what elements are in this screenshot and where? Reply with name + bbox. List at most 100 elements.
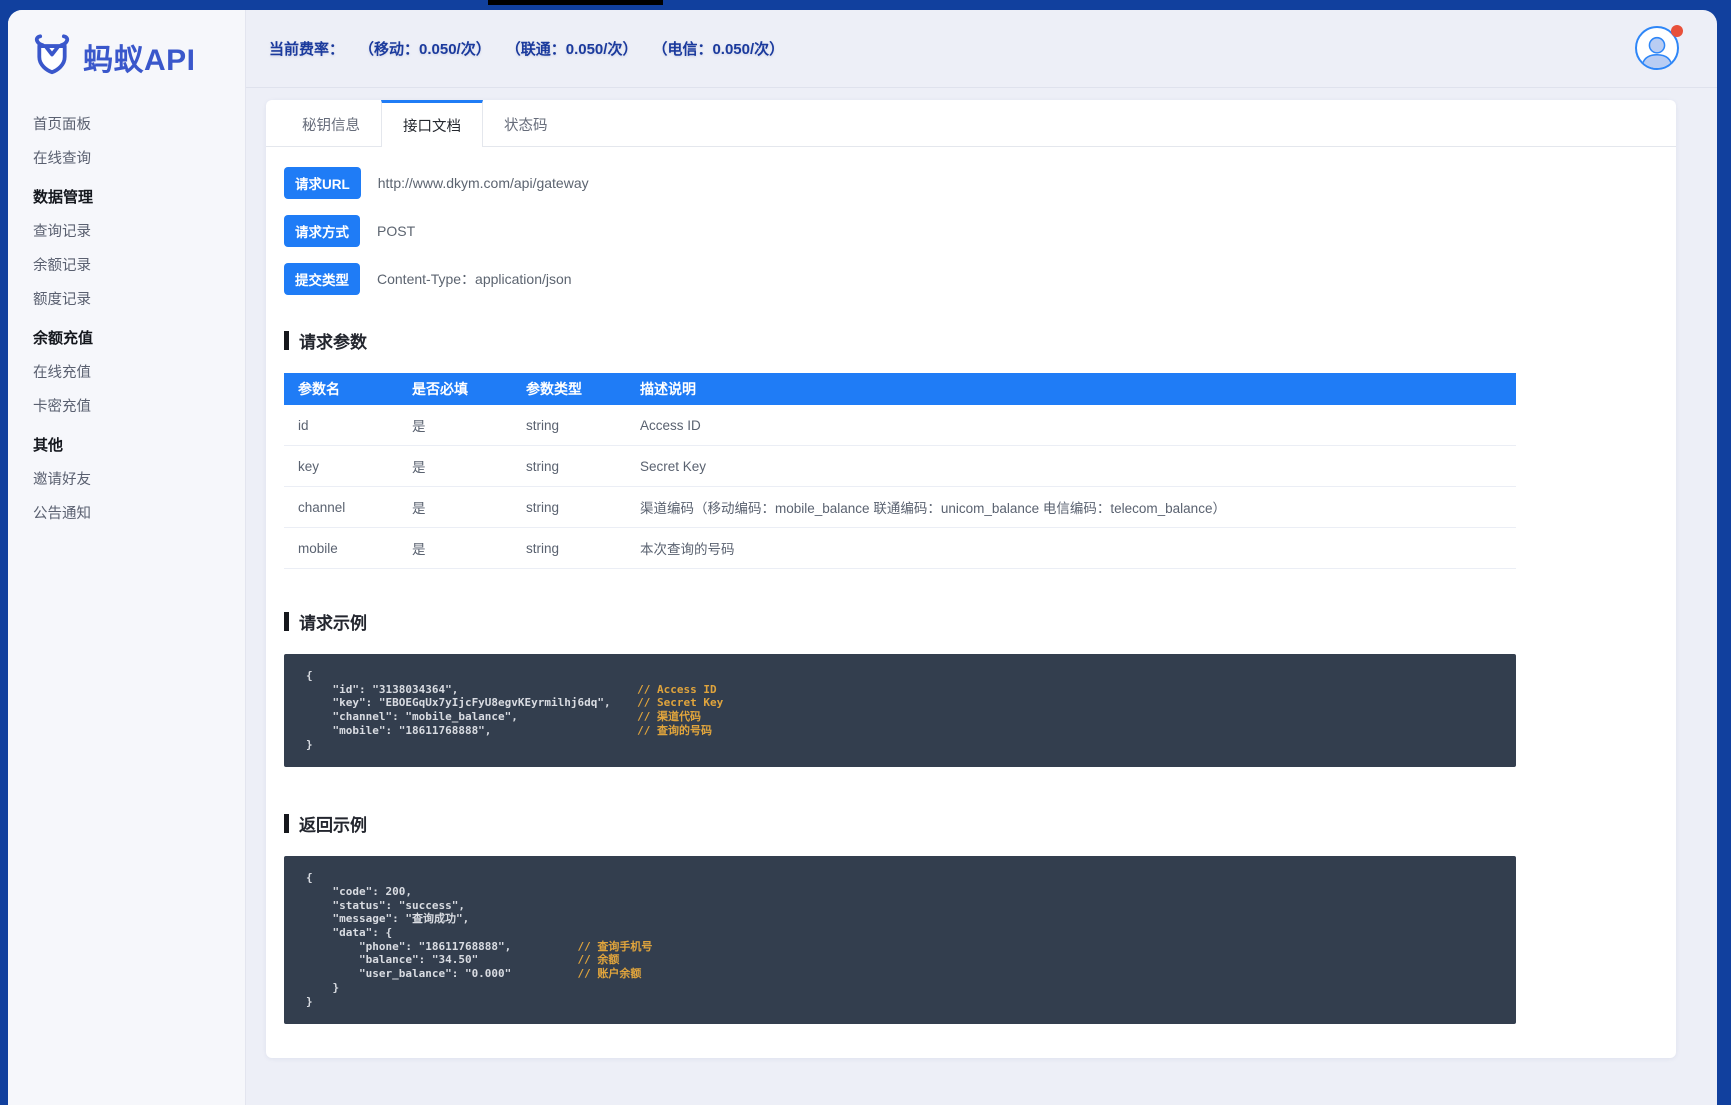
code-comment: // 查询的号码 bbox=[637, 723, 712, 737]
table-row: id 是 string Access ID bbox=[284, 405, 1516, 446]
param-required: 是 bbox=[398, 405, 512, 446]
sidebar-group-recharge: 余额充值 bbox=[33, 329, 94, 347]
tab-panel-api-docs: 请求URL http://www.dkym.com/api/gateway 请求… bbox=[266, 147, 1536, 1025]
request-method-row: 请求方式 POST bbox=[284, 215, 1536, 247]
request-method-badge: 请求方式 bbox=[284, 215, 360, 247]
code-text: "code": 200, bbox=[306, 884, 412, 898]
table-row: channel 是 string 渠道编码（移动编码：mobile_balanc… bbox=[284, 486, 1516, 528]
param-desc: 本次查询的号码 bbox=[626, 527, 1516, 569]
code-comment: // 查询手机号 bbox=[577, 939, 653, 953]
current-fee-rates: 当前费率： （移动：0.050/次） （联通：0.050/次） （电信：0.05… bbox=[269, 38, 784, 59]
content-type-badge: 提交类型 bbox=[284, 263, 360, 295]
sidebar-item-quota-records[interactable]: 额度记录 bbox=[33, 281, 245, 315]
request-example-code: { "id": "3138034364", // Access ID "key":… bbox=[284, 654, 1516, 768]
request-url-badge: 请求URL bbox=[284, 167, 361, 199]
table-row: key 是 string Secret Key bbox=[284, 445, 1516, 487]
content-type-row: 提交类型 Content-Type：application/json bbox=[284, 263, 1536, 295]
code-text: "channel": "mobile_balance", bbox=[306, 710, 518, 724]
param-required: 是 bbox=[398, 445, 512, 487]
code-comment: // 账户余额 bbox=[577, 967, 642, 981]
param-name: mobile bbox=[284, 527, 398, 569]
tab-status-codes[interactable]: 状态码 bbox=[483, 100, 569, 146]
section-request-params-title: 请求参数 bbox=[299, 333, 367, 352]
param-name: key bbox=[284, 445, 398, 487]
param-type: string bbox=[512, 445, 626, 487]
notification-dot-icon bbox=[1671, 24, 1683, 37]
request-method-value: POST bbox=[377, 223, 416, 239]
param-required: 是 bbox=[398, 486, 512, 528]
code-comment: // Access ID bbox=[637, 682, 717, 696]
section-bar-icon bbox=[284, 612, 289, 631]
section-request-params: 请求参数 bbox=[284, 328, 1536, 353]
sidebar-item-invite-friends[interactable]: 邀请好友 bbox=[33, 461, 245, 495]
request-url-row: 请求URL http://www.dkym.com/api/gateway bbox=[284, 167, 1536, 199]
sidebar-item-announcements[interactable]: 公告通知 bbox=[33, 495, 245, 529]
code-text: "data": { bbox=[306, 926, 393, 940]
params-table-header-row: 参数名 是否必填 参数类型 描述说明 bbox=[284, 373, 1516, 405]
col-header-description: 描述说明 bbox=[626, 373, 1516, 405]
code-text: "message": "查询成功", bbox=[306, 912, 470, 926]
section-request-example-title: 请求示例 bbox=[299, 614, 367, 633]
section-response-example: 返回示例 bbox=[284, 811, 1536, 836]
ant-logo-icon bbox=[30, 34, 74, 80]
api-doc-card: 秘钥信息 接口文档 状态码 请求URL http://www.dkym.com/… bbox=[266, 100, 1676, 1059]
col-header-param-name: 参数名 bbox=[284, 373, 398, 405]
content-scroll-area: 秘钥信息 接口文档 状态码 请求URL http://www.dkym.com/… bbox=[246, 88, 1717, 1105]
code-comment: // Secret Key bbox=[637, 696, 724, 710]
tab-api-docs[interactable]: 接口文档 bbox=[381, 100, 483, 147]
code-text: "phone": "18611768888", bbox=[306, 939, 512, 953]
table-row: mobile 是 string 本次查询的号码 bbox=[284, 527, 1516, 569]
sidebar-item-query-records[interactable]: 查询记录 bbox=[33, 213, 245, 247]
col-header-required: 是否必填 bbox=[398, 373, 512, 405]
sidebar-item-balance-records[interactable]: 余额记录 bbox=[33, 247, 245, 281]
section-bar-icon bbox=[284, 331, 289, 350]
section-bar-icon bbox=[284, 814, 289, 834]
code-text: "mobile": "18611768888", bbox=[306, 723, 492, 737]
fee-label: 当前费率： bbox=[269, 41, 345, 58]
browser-artifact-bar bbox=[488, 0, 663, 5]
logo[interactable]: 蚂蚁API bbox=[8, 10, 245, 106]
sidebar-group-data: 数据管理 bbox=[33, 188, 94, 206]
code-text: "user_balance": "0.000" bbox=[306, 967, 512, 981]
param-type: string bbox=[512, 405, 626, 446]
code-text: { bbox=[306, 669, 313, 682]
section-request-example: 请求示例 bbox=[284, 609, 1536, 634]
user-avatar[interactable] bbox=[1635, 24, 1683, 72]
fee-rate-unicom: （联通：0.050/次） bbox=[505, 41, 638, 58]
logo-text: 蚂蚁API bbox=[83, 44, 196, 77]
param-required: 是 bbox=[398, 527, 512, 569]
sidebar-item-home[interactable]: 首页面板 bbox=[33, 106, 245, 140]
code-text: "status": "success", bbox=[306, 898, 465, 912]
code-text: "balance": "34.50" bbox=[306, 953, 479, 967]
main-area: 当前费率： （移动：0.050/次） （联通：0.050/次） （电信：0.05… bbox=[246, 10, 1717, 1105]
tab-secret-info[interactable]: 秘钥信息 bbox=[281, 100, 381, 146]
sidebar-item-online-query[interactable]: 在线查询 bbox=[33, 140, 245, 174]
param-desc: Access ID bbox=[626, 405, 1516, 446]
param-desc: Secret Key bbox=[626, 445, 1516, 487]
code-text: } bbox=[306, 980, 340, 994]
col-header-param-type: 参数类型 bbox=[512, 373, 626, 405]
fee-rate-telecom: （电信：0.050/次） bbox=[652, 41, 785, 58]
params-table: 参数名 是否必填 参数类型 描述说明 id 是 string Access ID… bbox=[284, 373, 1516, 569]
response-example-code: { "code": 200, "status": "success", "mes… bbox=[284, 856, 1516, 1025]
code-text: "key": "EBOEGqUx7yIjcFyU8egvKEyrmilhj6dq… bbox=[306, 696, 611, 710]
tab-bar: 秘钥信息 接口文档 状态码 bbox=[266, 100, 1676, 147]
content-type-value: Content-Type：application/json bbox=[377, 271, 572, 287]
sidebar-group-other: 其他 bbox=[33, 436, 64, 454]
param-desc: 渠道编码（移动编码：mobile_balance 联通编码：unicom_bal… bbox=[626, 486, 1516, 528]
param-type: string bbox=[512, 486, 626, 528]
code-text: "id": "3138034364", bbox=[306, 682, 459, 696]
code-text: { bbox=[306, 871, 313, 885]
code-text: } bbox=[306, 737, 313, 751]
fee-rate-mobile: （移动：0.050/次） bbox=[359, 41, 491, 58]
code-comment: // 渠道代码 bbox=[637, 710, 701, 724]
sidebar-item-card-recharge[interactable]: 卡密充值 bbox=[33, 388, 245, 422]
request-url-value: http://www.dkym.com/api/gateway bbox=[377, 175, 589, 191]
code-comment: // 余额 bbox=[577, 953, 620, 967]
sidebar: 蚂蚁API 首页面板 在线查询 数据管理 查询记录 余额记录 额度记录 余额充值… bbox=[8, 10, 246, 1105]
topbar: 当前费率： （移动：0.050/次） （联通：0.050/次） （电信：0.05… bbox=[246, 10, 1717, 88]
sidebar-item-online-recharge[interactable]: 在线充值 bbox=[33, 354, 245, 388]
param-name: channel bbox=[284, 486, 398, 528]
app-page: 蚂蚁API 首页面板 在线查询 数据管理 查询记录 余额记录 额度记录 余额充值… bbox=[8, 10, 1717, 1105]
sidebar-menu: 首页面板 在线查询 数据管理 查询记录 余额记录 额度记录 余额充值 在线充值 … bbox=[8, 106, 245, 529]
